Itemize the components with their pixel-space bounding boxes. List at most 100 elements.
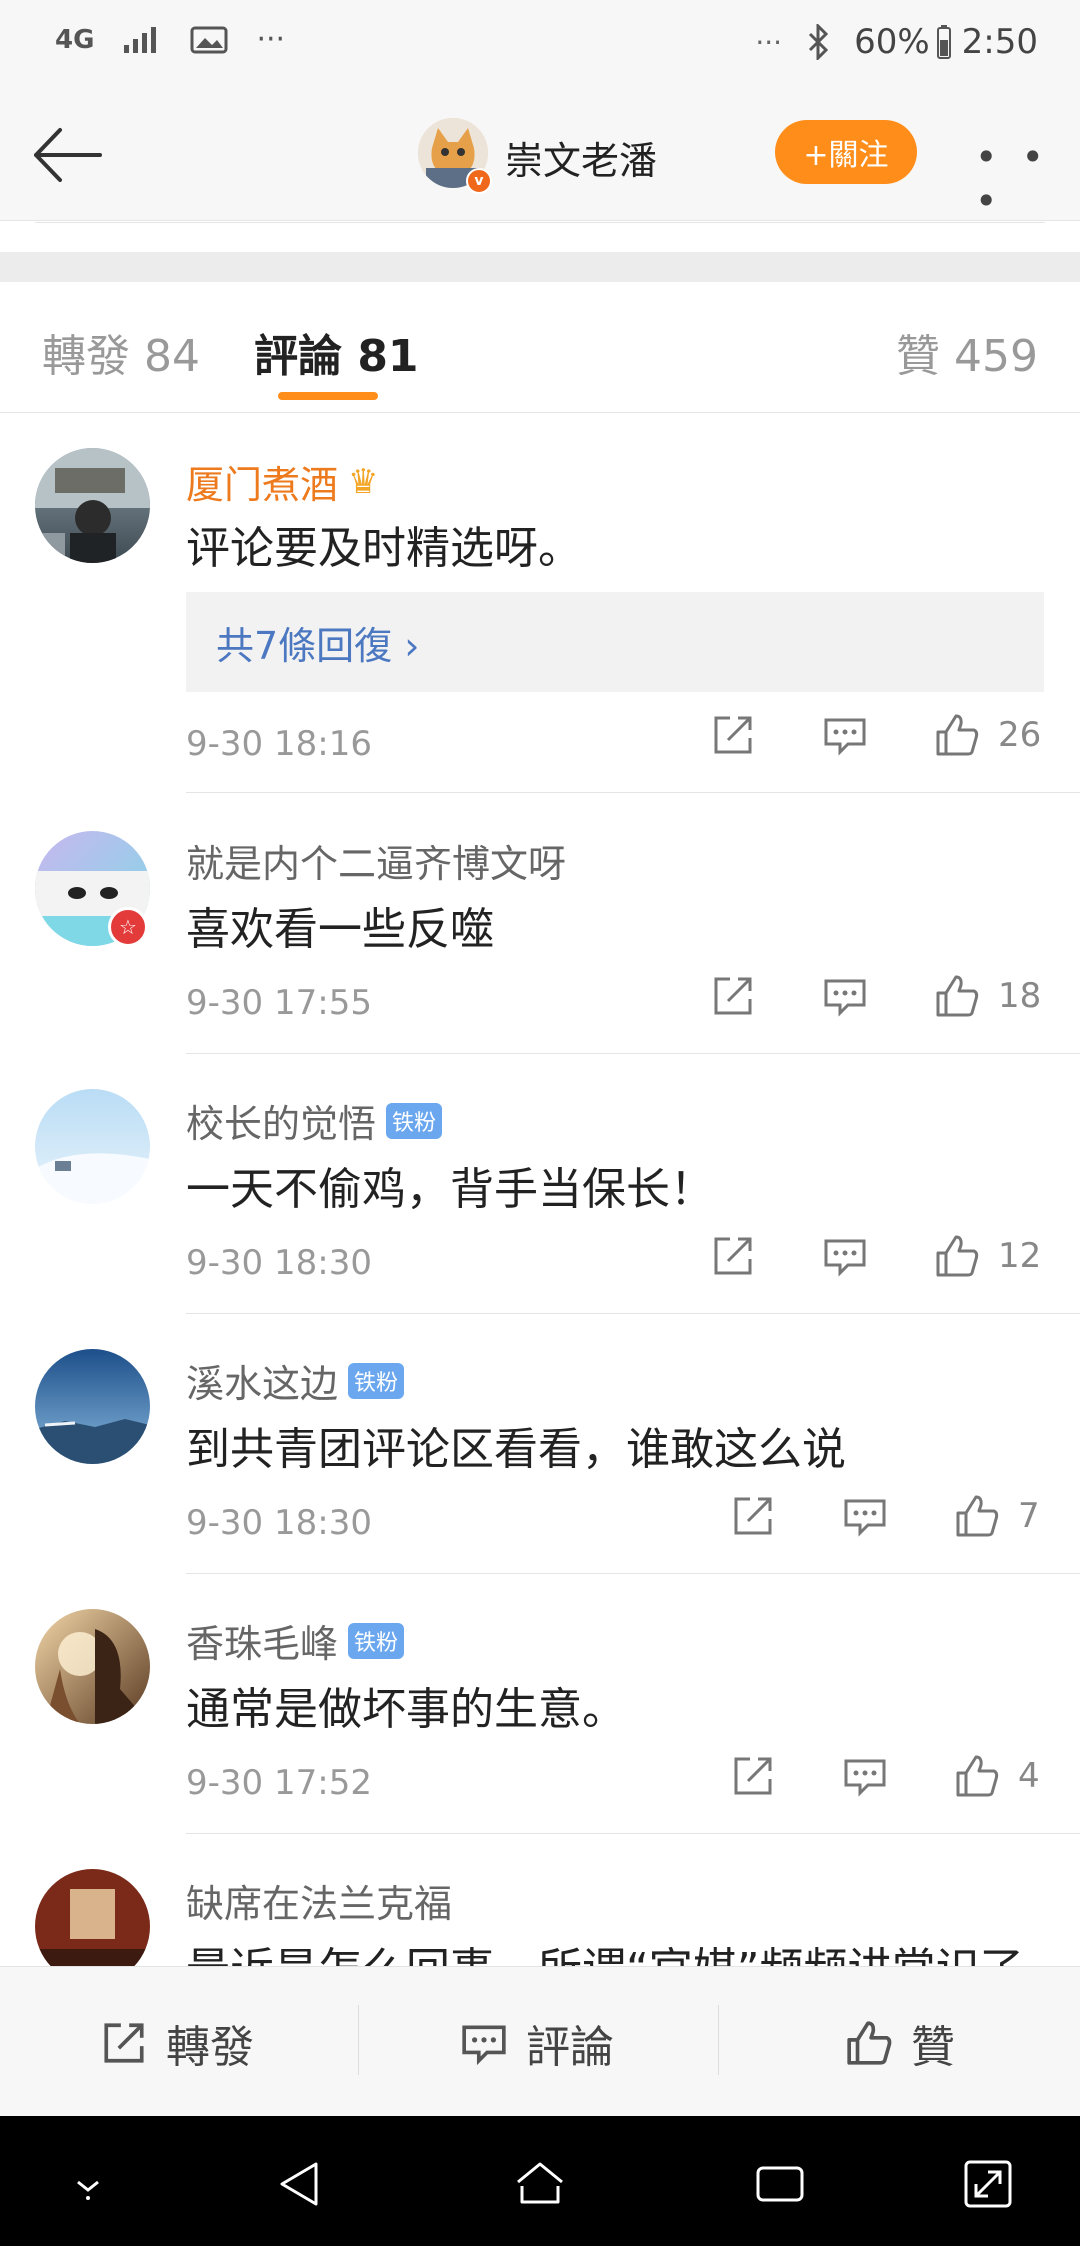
repost-label: 轉發: [166, 2022, 254, 2073]
like-icon[interactable]: [954, 1493, 1000, 1539]
reply-icon[interactable]: [822, 712, 868, 758]
commenter-name-text[interactable]: 厦门煮酒: [186, 454, 338, 509]
fan-badge: 铁粉: [348, 1622, 405, 1659]
comment-actions: 18: [710, 973, 1041, 1019]
reply-icon[interactable]: [842, 1493, 888, 1539]
commenter-name[interactable]: 缺席在法兰克福: [186, 1873, 452, 1928]
like-count: 7: [1018, 1496, 1040, 1536]
comment-date: 9-30 17:55: [186, 983, 372, 1023]
network-4g-icon: 4G: [55, 24, 95, 55]
comment-item: 缺席在法兰克福 最近是怎么回事，所谓“官媒”频频讲常识了: [0, 1833, 1080, 1966]
avatar-photo-icon: [35, 448, 150, 563]
expand-icon[interactable]: [960, 2156, 1016, 2212]
bar-divider: [358, 2005, 359, 2075]
like-icon[interactable]: [934, 973, 980, 1019]
verified-badge-icon: v: [466, 168, 492, 194]
comment-icon: [462, 2025, 506, 2066]
like-icon[interactable]: [934, 712, 980, 758]
commenter-avatar[interactable]: [35, 448, 150, 563]
tab-likes[interactable]: 贊 459: [896, 320, 1038, 384]
more-options-icon[interactable]: • • •: [975, 135, 1080, 223]
commenter-name[interactable]: 就是内个二逼齐博文呀: [186, 833, 566, 888]
active-tab-indicator: [278, 392, 378, 400]
commenter-name[interactable]: 厦门煮酒 ♛: [186, 454, 379, 509]
like-count: 12: [998, 1236, 1042, 1276]
like-label: 贊: [911, 2022, 955, 2073]
avatar-photo-icon: [45, 1629, 150, 1724]
comment-text: 一天不偷鸡，背手当保长！: [186, 1164, 714, 1215]
back-arrow-icon[interactable]: [28, 120, 108, 190]
like-icon[interactable]: [934, 1233, 980, 1279]
section-divider: [0, 252, 1080, 282]
tab-reposts[interactable]: 轉發 84: [42, 320, 200, 384]
share-icon[interactable]: [710, 712, 756, 758]
reply-icon[interactable]: [822, 973, 868, 1019]
overflow-dots-icon: ···: [755, 25, 783, 59]
repost-button[interactable]: 轉發: [100, 2011, 254, 2075]
follow-button[interactable]: +關注: [775, 120, 917, 184]
share-icon[interactable]: [710, 973, 756, 1019]
commenter-avatar[interactable]: [35, 1349, 150, 1464]
comment-actions: 26: [710, 712, 1041, 758]
crown-icon: ♛: [348, 461, 379, 502]
home-icon[interactable]: [512, 2156, 568, 2212]
like-count: 26: [998, 715, 1042, 755]
author-name[interactable]: 崇文老潘: [505, 130, 657, 185]
battery-percent: 60%: [854, 22, 930, 62]
share-icon[interactable]: [710, 1233, 756, 1279]
fan-badge: 铁粉: [348, 1362, 405, 1399]
comment-actions: 7: [730, 1493, 1040, 1539]
bar-divider: [718, 2005, 719, 2075]
comment-text: 评论要及时精选呀。: [186, 523, 582, 574]
comment-date: 9-30 18:30: [186, 1503, 372, 1543]
bluetooth-icon: [809, 24, 829, 60]
reply-icon[interactable]: [842, 1753, 888, 1799]
commenter-avatar[interactable]: [35, 1089, 150, 1204]
comment-separator: [186, 1053, 1080, 1054]
battery-icon: [936, 25, 951, 59]
view-replies-link[interactable]: 共7條回復 ›: [186, 592, 1044, 692]
comment-date: 9-30 18:30: [186, 1243, 372, 1283]
commenter-name-text[interactable]: 香珠毛峰: [186, 1613, 338, 1668]
chevron-down-icon[interactable]: [60, 2156, 116, 2212]
comment-button[interactable]: 評論: [460, 2011, 614, 2075]
share-icon[interactable]: [730, 1493, 776, 1539]
commenter-name-text[interactable]: 校长的觉悟: [186, 1093, 376, 1148]
more-notifications-icon: ···: [256, 22, 286, 57]
commenter-avatar[interactable]: [35, 1609, 150, 1724]
comment-date: 9-30 18:16: [186, 724, 372, 764]
reply-icon[interactable]: [822, 1233, 868, 1279]
back-triangle-icon[interactable]: [272, 2156, 328, 2212]
like-count: 4: [1018, 1756, 1040, 1796]
comment-label: 評論: [526, 2022, 614, 2073]
comment-separator: [186, 1573, 1080, 1574]
like-icon[interactable]: [954, 1753, 1000, 1799]
commenter-avatar[interactable]: [35, 1869, 150, 1966]
comment-text: 最近是怎么回事，所谓“官媒”频频讲常识了: [186, 1933, 1024, 1966]
commenter-name[interactable]: 校长的觉悟 铁粉: [186, 1093, 443, 1148]
like-button[interactable]: 贊: [845, 2011, 955, 2075]
top-header: v 崇文老潘 +關注 • • •: [0, 90, 1080, 223]
commenter-name-text[interactable]: 溪水这边: [186, 1353, 338, 1408]
status-bar: 4G ··· ··· 60% 2:50: [0, 0, 1080, 90]
avatar-photo-icon: [35, 1419, 150, 1464]
share-icon[interactable]: [730, 1753, 776, 1799]
image-icon: [190, 26, 228, 53]
fan-badge: 铁粉: [386, 1102, 443, 1139]
comment-separator: [186, 1313, 1080, 1314]
clock: 2:50: [961, 22, 1038, 62]
comment-actions: 12: [710, 1233, 1041, 1279]
commenter-name[interactable]: 溪水这边 铁粉: [186, 1353, 405, 1408]
like-count: 18: [998, 976, 1042, 1016]
comment-actions: 4: [730, 1753, 1040, 1799]
system-nav-bar: [0, 2116, 1080, 2246]
status-right: ··· 60% 2:50: [755, 22, 1038, 62]
recent-apps-icon[interactable]: [752, 2156, 808, 2212]
repost-icon: [104, 2023, 144, 2063]
like-icon: [847, 2021, 892, 2065]
bottom-action-bar: 轉發 評論 贊: [0, 1966, 1080, 2117]
commenter-name[interactable]: 香珠毛峰 铁粉: [186, 1613, 405, 1668]
comment-text: 到共青团评论区看看，谁敢这么说: [186, 1424, 846, 1475]
tab-comments[interactable]: 評論 81: [254, 320, 419, 384]
comment-date: 9-30 17:52: [186, 1763, 372, 1803]
